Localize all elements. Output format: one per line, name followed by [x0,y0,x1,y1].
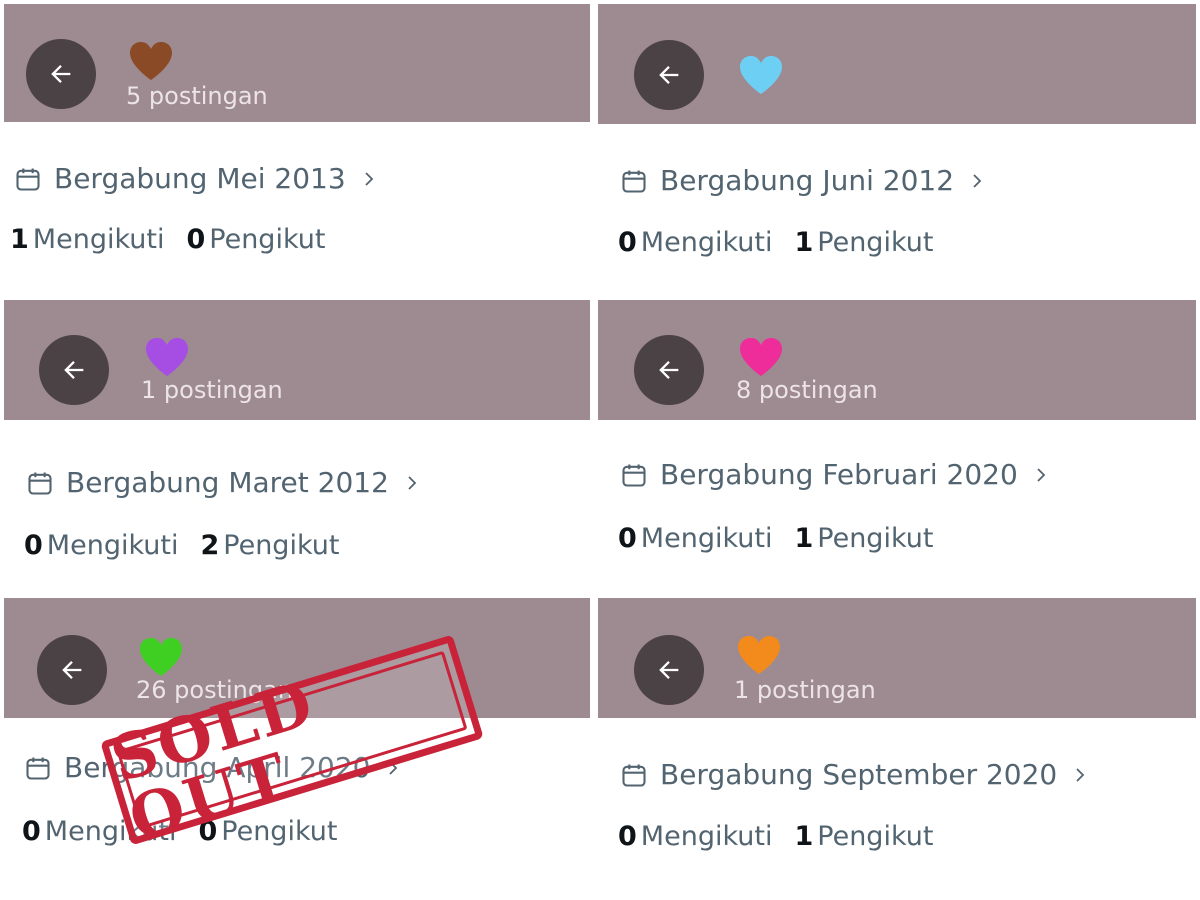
arrow-left-icon [64,361,84,379]
followers-stat[interactable]: 1 Pengikut [794,523,933,554]
following-label: Mengikuti [32,224,165,255]
followers-count: 0 [186,224,206,255]
followers-label: Pengikut [209,224,326,255]
followers-label: Pengikut [817,821,934,852]
followers-label: Pengikut [223,530,340,561]
following-stat[interactable]: 0 Mengikuti [618,227,772,258]
following-count: 0 [22,816,41,847]
followers-count: 1 [794,821,814,852]
following-stat[interactable]: 0 Mengikuti [24,530,178,561]
arrow-left-icon [659,66,679,84]
post-count: 1 postingan [734,676,876,704]
joined-date-label: Bergabung Maret 2012 [66,466,389,499]
heart-icon [738,54,784,96]
following-label: Mengikuti [640,523,773,554]
following-stat[interactable]: 1 Mengikuti [10,224,164,255]
calendar-icon [26,757,50,780]
followers-stat[interactable]: 2 Pengikut [200,530,339,561]
followers-label: Pengikut [817,227,934,258]
back-button[interactable] [39,335,109,405]
chevron-right-icon [1076,767,1085,782]
back-button[interactable] [26,39,96,109]
follow-stats: 1 Mengikuti 0 Pengikut [10,224,347,255]
heart-icon [138,636,184,678]
arrow-left-icon [51,65,71,83]
follow-stats: 0 Mengikuti 1 Pengikut [618,523,955,554]
back-button[interactable] [37,635,107,705]
profile-card-3: 1 postingan Bergabung Maret 2012 0 Mengik… [4,300,590,594]
following-count: 0 [24,530,43,561]
followers-count: 1 [794,523,814,554]
heart-icon [738,336,784,378]
following-label: Mengikuti [640,821,773,852]
follow-stats: 0 Mengikuti 1 Pengikut [618,821,955,852]
arrow-left-icon [659,661,679,679]
followers-stat[interactable]: 1 Pengikut [794,227,933,258]
following-count: 0 [618,523,637,554]
following-stat[interactable]: 0 Mengikuti [618,821,772,852]
joined-date[interactable]: Bergabung Februari 2020 [620,458,1050,491]
profile-card-1: 5 postingan Bergabung Mei 2013 1 Mengikut… [4,4,590,294]
followers-label: Pengikut [817,523,934,554]
calendar-icon [622,170,646,193]
following-count: 0 [618,821,637,852]
followers-stat[interactable]: 0 Pengikut [186,224,325,255]
followers-count: 2 [200,530,220,561]
following-label: Mengikuti [640,227,773,258]
arrow-left-icon [62,661,82,679]
chevron-right-icon [408,475,417,490]
back-button[interactable] [634,635,704,705]
following-label: Mengikuti [46,530,179,561]
profile-card-6: 1 postingan Bergabung September 2020 0 Me… [598,598,1196,896]
profile-card-4: 8 postingan Bergabung Februari 2020 0 Men… [598,300,1196,594]
following-stat[interactable]: 0 Mengikuti [618,523,772,554]
profile-card-2: Bergabung Juni 2012 0 Mengikuti 1 Pengikut [598,4,1196,294]
follow-stats: 0 Mengikuti 1 Pengikut [618,227,955,258]
back-button[interactable] [634,40,704,110]
followers-count: 1 [794,227,814,258]
following-count: 1 [10,224,29,255]
joined-date[interactable]: Bergabung September 2020 [620,758,1089,791]
chevron-right-icon [973,173,982,188]
calendar-icon [28,472,52,495]
calendar-icon [16,168,40,191]
joined-date-label: Bergabung Mei 2013 [54,162,346,195]
chevron-right-icon [1037,467,1046,482]
back-button[interactable] [634,335,704,405]
joined-date[interactable]: Bergabung Maret 2012 [26,466,421,499]
following-count: 0 [618,227,637,258]
post-count: 1 postingan [141,376,283,404]
follow-stats: 0 Mengikuti 2 Pengikut [24,530,361,561]
arrow-left-icon [659,361,679,379]
calendar-icon [622,764,646,787]
heart-icon [144,336,190,378]
chevron-right-icon [365,171,373,186]
post-count: 8 postingan [736,376,878,404]
calendar-icon [622,464,646,487]
joined-date-label: Bergabung September 2020 [660,758,1058,791]
joined-date-label: Bergabung Februari 2020 [660,458,1018,491]
post-count: 5 postingan [126,82,268,110]
joined-date[interactable]: Bergabung Mei 2013 [14,162,378,195]
heart-icon [128,40,174,82]
joined-date[interactable]: Bergabung Juni 2012 [620,164,986,197]
heart-icon [736,634,782,676]
followers-stat[interactable]: 1 Pengikut [794,821,933,852]
joined-date-label: Bergabung Juni 2012 [660,164,955,197]
